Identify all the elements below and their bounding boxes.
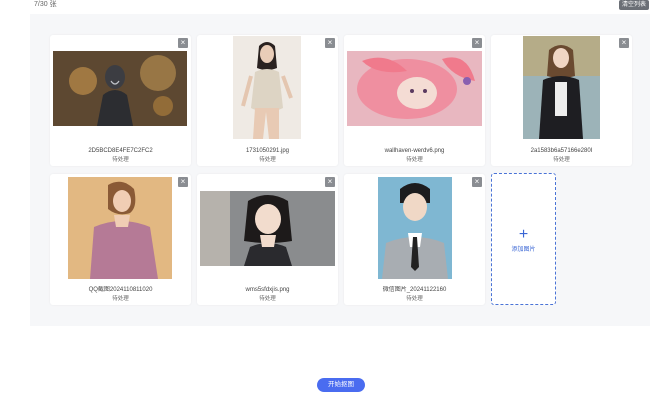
- image-thumbnail: [378, 177, 452, 279]
- start-cutout-button[interactable]: 开始抠图: [317, 378, 365, 392]
- remove-image-button[interactable]: ×: [619, 38, 629, 48]
- top-bar: 7/30 张 清空列表: [0, 0, 660, 12]
- image-status: 待处理: [112, 157, 129, 163]
- add-image-label: 添加图片: [511, 247, 536, 253]
- remove-image-button[interactable]: ×: [472, 38, 482, 48]
- remove-image-button[interactable]: ×: [178, 177, 188, 187]
- remove-image-button[interactable]: ×: [178, 38, 188, 48]
- image-card: × wallhaven-werdv6.png 待处理: [344, 35, 485, 166]
- remove-image-button[interactable]: ×: [472, 177, 482, 187]
- image-thumbnail: [53, 51, 187, 126]
- remove-image-button[interactable]: ×: [325, 38, 335, 48]
- image-thumbnail: [523, 36, 600, 139]
- image-thumbnail: [200, 191, 335, 266]
- image-filename: 微信图片_20241122160: [382, 287, 447, 293]
- image-status: 待处理: [406, 157, 423, 163]
- image-count: 7/30 张: [34, 1, 57, 8]
- image-card: × 2a1583b6a57166e280I 待处理: [491, 35, 632, 166]
- image-thumbnail: [233, 36, 301, 139]
- image-filename: 2a1583b6a57166e280I: [530, 148, 593, 154]
- image-card: × QQ截图2024110811020 待处理: [50, 174, 191, 305]
- image-filename: 1731050291.jpg: [245, 148, 290, 154]
- image-thumbnail: [347, 51, 482, 126]
- clear-list-button[interactable]: 清空列表: [619, 0, 649, 10]
- image-status: 待处理: [553, 157, 570, 163]
- plus-icon: +: [518, 226, 529, 243]
- image-status: 待处理: [259, 296, 276, 302]
- image-status: 待处理: [112, 296, 129, 302]
- image-card: × 2D5BCD8E4FE7C2FC2 待处理: [50, 35, 191, 166]
- image-card: × wms5sfdxjis.png 待处理: [197, 174, 338, 305]
- image-card: × 微信图片_20241122160 待处理: [344, 174, 485, 305]
- remove-image-button[interactable]: ×: [325, 177, 335, 187]
- image-status: 待处理: [406, 296, 423, 302]
- image-filename: 2D5BCD8E4FE7C2FC2: [88, 148, 153, 154]
- image-filename: wms5sfdxjis.png: [245, 287, 290, 293]
- image-card: × 1731050291.jpg 待处理: [197, 35, 338, 166]
- image-filename: wallhaven-werdv6.png: [384, 148, 445, 154]
- add-image-button[interactable]: + 添加图片: [491, 173, 556, 305]
- image-status: 待处理: [259, 157, 276, 163]
- image-filename: QQ截图2024110811020: [88, 287, 153, 293]
- image-thumbnail: [68, 177, 172, 279]
